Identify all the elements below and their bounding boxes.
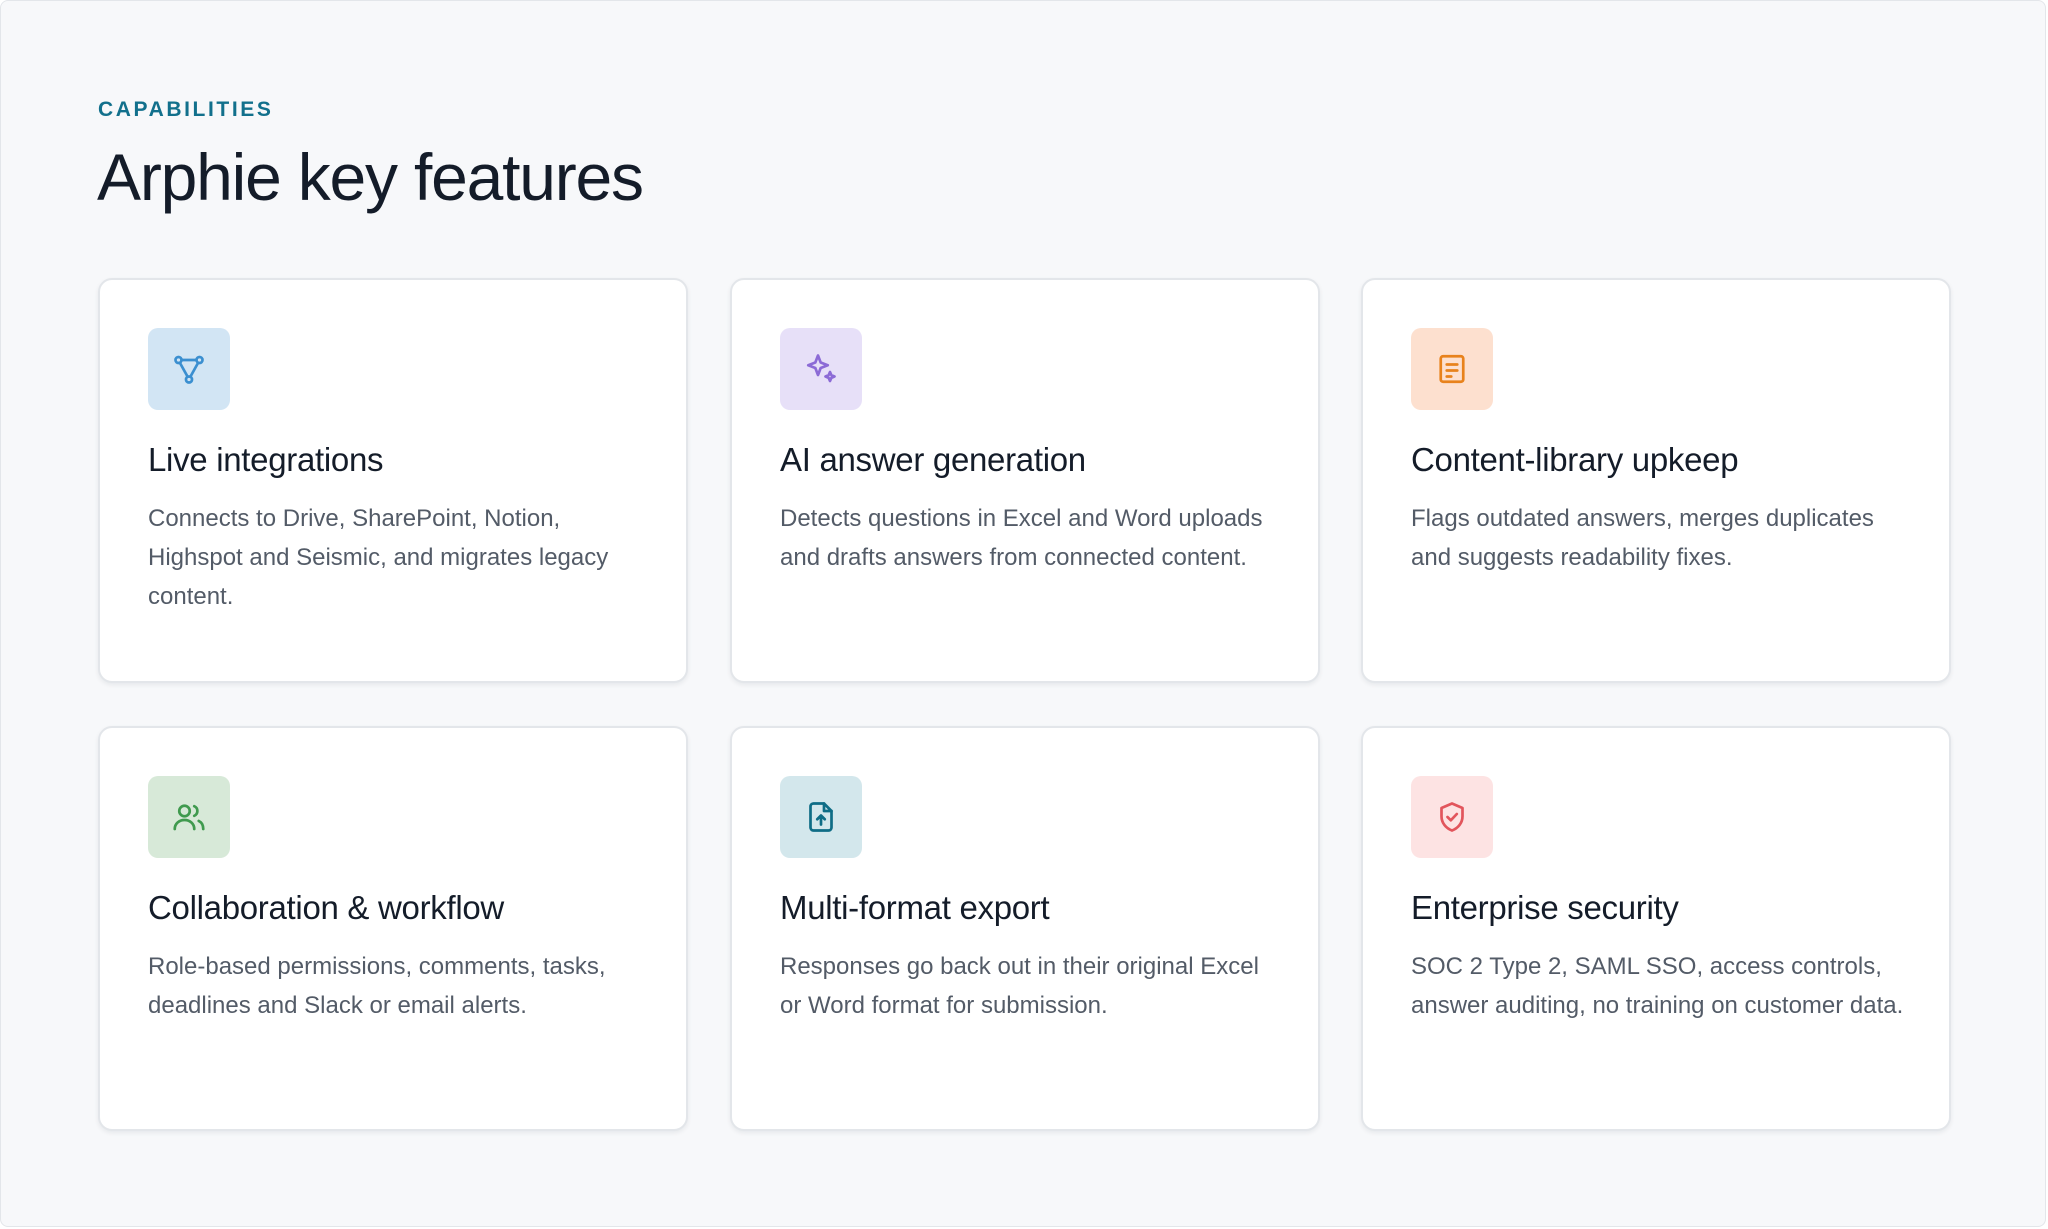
document-icon: [1439, 354, 1465, 384]
users-icon: [173, 804, 205, 831]
integration-nodes-icon: [174, 355, 204, 384]
feature-icon-tile: [1411, 776, 1493, 858]
feature-title: Multi-format export: [780, 889, 1050, 926]
feature-description: Responses go back out in their original …: [780, 953, 1259, 1019]
section-eyebrow: CAPABILITIES: [98, 98, 274, 121]
feature-icon-tile: [1411, 328, 1493, 410]
sparkles-icon: [806, 354, 836, 383]
capabilities-section: CAPABILITIES Arphie key features Live in…: [0, 0, 2046, 1227]
feature-description: SOC 2 Type 2, SAML SSO, access controls,…: [1411, 953, 1904, 1019]
feature-description: Flags outdated answers, merges duplicate…: [1411, 505, 1874, 571]
section-title: Arphie key features: [97, 140, 644, 214]
feature-card-live-integrations: Live integrations Connects to Drive, Sha…: [98, 278, 688, 683]
shield-check-icon: [1440, 802, 1464, 832]
feature-title: AI answer generation: [780, 441, 1086, 478]
feature-card-ai-answer-generation: AI answer generation Detects questions i…: [730, 278, 1320, 683]
feature-card-enterprise-security: Enterprise security SOC 2 Type 2, SAML S…: [1361, 726, 1951, 1131]
feature-title: Collaboration & workflow: [148, 889, 504, 926]
feature-title: Live integrations: [148, 441, 384, 478]
feature-icon-tile: [780, 328, 862, 410]
feature-card-multi-format-export: Multi-format export Responses go back ou…: [730, 726, 1320, 1131]
feature-card-content-library-upkeep: Content-library upkeep Flags outdated an…: [1361, 278, 1951, 683]
feature-card-collaboration-workflow: Collaboration & workflow Role-based perm…: [98, 726, 688, 1131]
feature-title: Enterprise security: [1411, 889, 1679, 926]
feature-description: Detects questions in Excel and Word uplo…: [780, 505, 1263, 571]
feature-icon-tile: [148, 776, 230, 858]
feature-icon-tile: [148, 328, 230, 410]
feature-description: Role-based permissions, comments, tasks,…: [148, 953, 606, 1019]
feature-description: Connects to Drive, SharePoint, Notion, H…: [148, 505, 609, 610]
feature-icon-tile: [780, 776, 862, 858]
feature-title: Content-library upkeep: [1411, 441, 1739, 478]
file-upload-icon: [809, 802, 833, 832]
